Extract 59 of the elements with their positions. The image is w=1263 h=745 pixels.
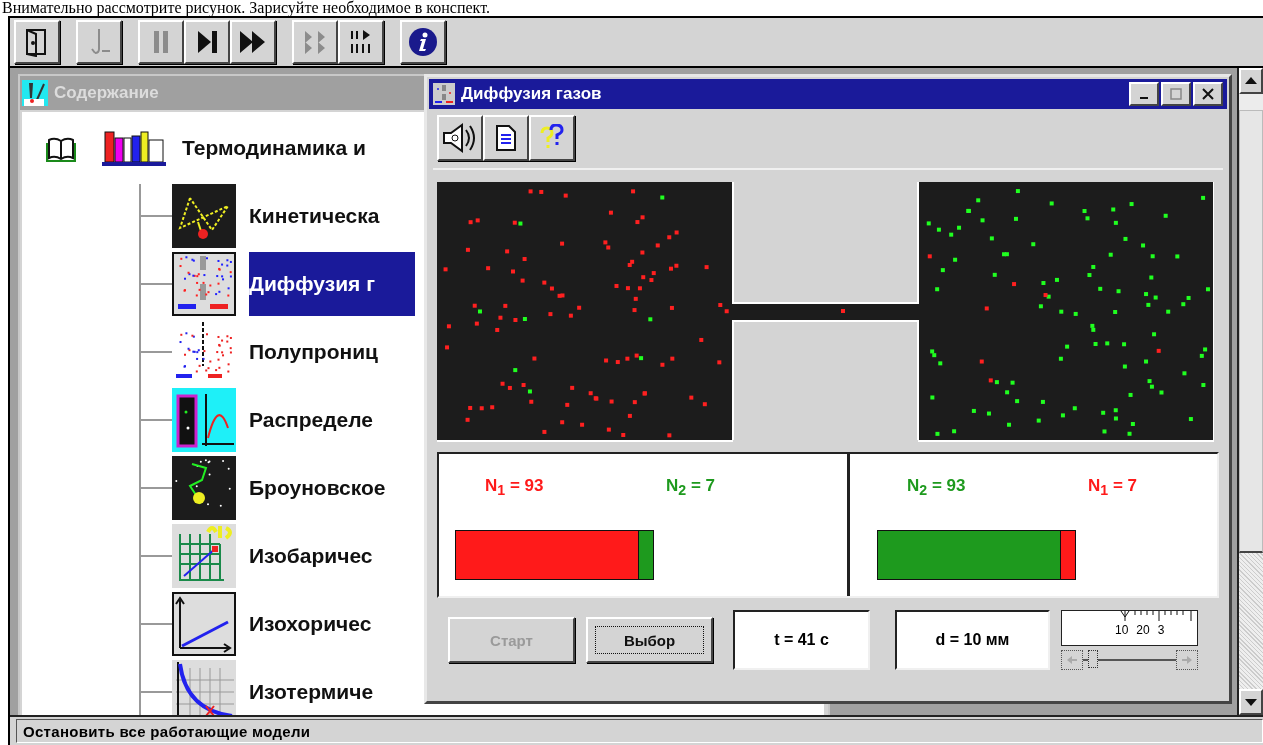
particle-path-icon (172, 456, 236, 520)
tree-item[interactable]: Броуновское (249, 456, 426, 520)
toolbar-button[interactable] (14, 20, 60, 64)
tree-item[interactable]: Изобаричес (249, 524, 413, 588)
scale-label: 20 (1136, 623, 1150, 637)
tree-item[interactable]: Изотермиче (249, 660, 414, 715)
toolbar-button[interactable] (230, 20, 276, 64)
speaker-icon (442, 122, 478, 154)
value-display: d = 10 мм (895, 610, 1050, 670)
left-arrow-button[interactable] (1061, 650, 1083, 670)
minimize-icon (1140, 97, 1148, 99)
count-label: N$_{2}$ = 93 (907, 476, 967, 501)
left-arrow-icon (1066, 655, 1078, 665)
value-display: t = 41 с (733, 610, 870, 670)
toolbar-button[interactable] (338, 20, 384, 64)
scroll-down-button[interactable] (1239, 689, 1263, 715)
bookshelf-icon (102, 128, 166, 168)
tree-item[interactable]: Изохоричес (249, 592, 412, 656)
vertical-scrollbar[interactable] (1237, 68, 1263, 715)
count-label: N$_{2}$ = 7 (666, 476, 716, 501)
help-button[interactable] (529, 115, 575, 161)
maximize-button[interactable] (1161, 82, 1191, 106)
toolbar-button[interactable] (184, 20, 230, 64)
push-button[interactable]: Выбор (586, 617, 713, 663)
instruction-text: Внимательно рассмотрите рисунок. Зарисуйте необходимое в конспект. (1, 0, 491, 16)
tree-item[interactable]: Распределе (249, 388, 414, 452)
scale-label: 3 (1157, 623, 1165, 637)
window-title: Содержание (54, 83, 159, 103)
line-graph-icon (172, 592, 236, 656)
toolbar-button[interactable] (400, 20, 446, 64)
info-icon (408, 27, 438, 57)
scroll-thumb[interactable] (1239, 110, 1263, 553)
scale-label: 10 (1115, 623, 1129, 637)
right-arrow-icon (1181, 655, 1193, 665)
distribution-graph-icon (172, 388, 236, 452)
tree-item[interactable]: Кинетическа (249, 184, 420, 248)
tree-item[interactable]: Полупрониц (249, 320, 418, 384)
close-icon (1202, 88, 1214, 100)
sound-button[interactable] (437, 115, 483, 161)
close-button[interactable] (1193, 82, 1223, 106)
status-text: Остановить все работающие модели (16, 719, 1263, 743)
document-button[interactable] (483, 115, 529, 161)
slider-thumb[interactable] (1087, 650, 1098, 668)
zigzag-path-icon (172, 184, 236, 248)
tree-item[interactable]: Диффузия г (249, 252, 415, 316)
right-arrow-button[interactable] (1176, 650, 1198, 670)
count-label: N$_{1}$ = 93 (485, 476, 545, 501)
document-icon (496, 125, 516, 151)
maximize-icon (1170, 88, 1182, 100)
isobar-graph-icon (172, 524, 236, 588)
scroll-up-button[interactable] (1239, 68, 1263, 94)
brush-icon (22, 80, 48, 106)
tree-item[interactable]: Термодинамика и (182, 136, 366, 160)
window-title: Диффузия газов (461, 84, 603, 104)
gas-chambers-icon (433, 83, 455, 105)
count-label: N$_{1}$ = 7 (1088, 476, 1138, 501)
minimize-button[interactable] (1129, 82, 1159, 106)
up-arrow-icon (1245, 77, 1257, 85)
down-arrow-icon (1245, 698, 1257, 706)
